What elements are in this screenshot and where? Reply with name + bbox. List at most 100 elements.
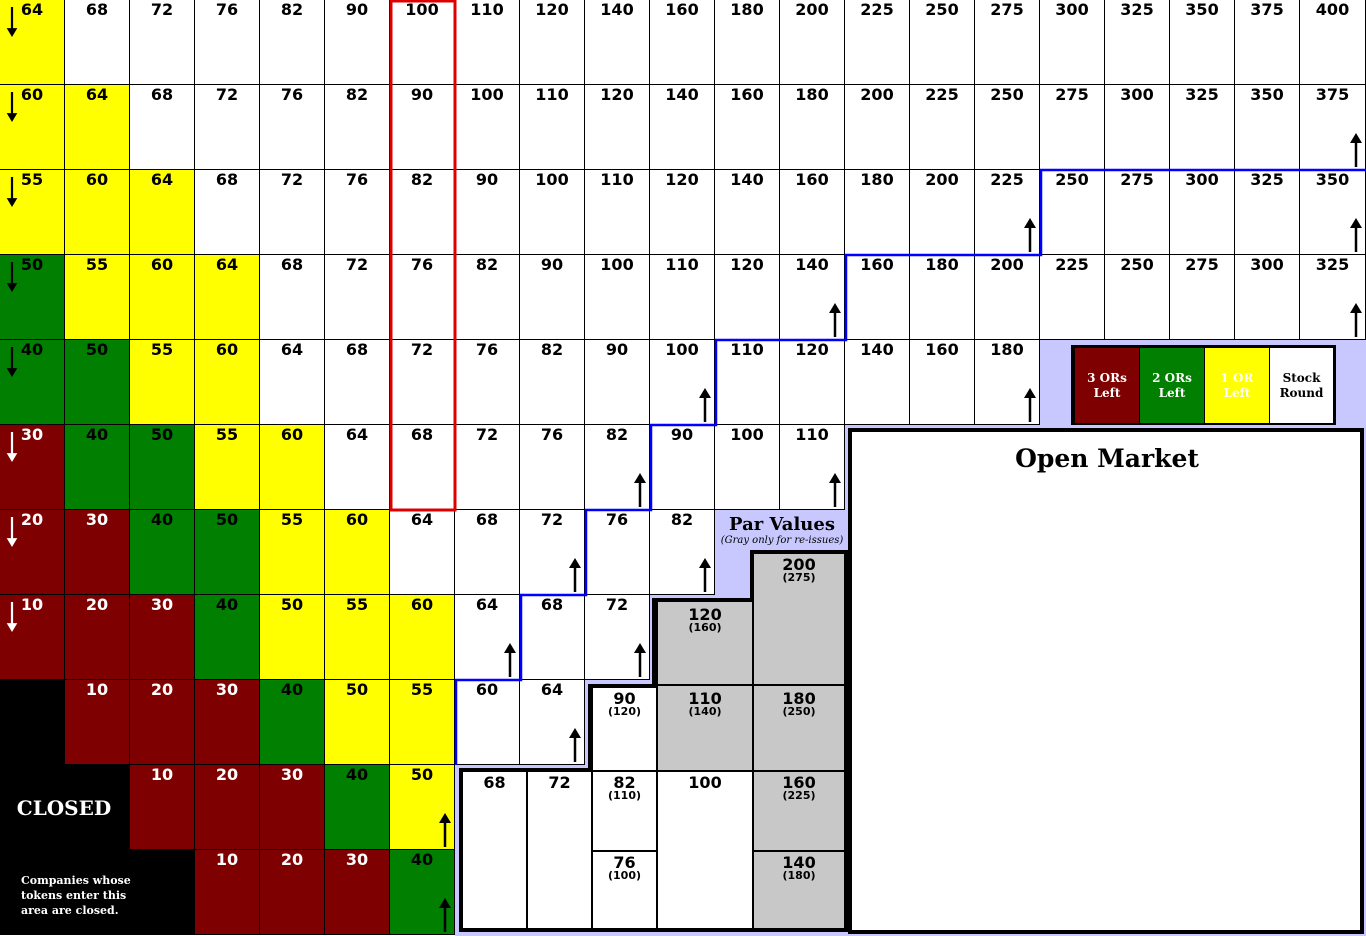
market-cell[interactable]: 76	[390, 255, 455, 340]
market-cell[interactable]: 82	[585, 425, 650, 510]
market-cell[interactable]: 100	[650, 340, 715, 425]
market-cell[interactable]: 180	[780, 85, 845, 170]
market-cell[interactable]: 160	[650, 0, 715, 85]
market-cell[interactable]: 110	[585, 170, 650, 255]
market-cell[interactable]: 180	[715, 0, 780, 85]
market-cell[interactable]: 160	[715, 85, 780, 170]
market-cell[interactable]: 40	[0, 340, 65, 425]
market-cell[interactable]: 76	[325, 170, 390, 255]
market-cell[interactable]: 82	[455, 255, 520, 340]
market-cell[interactable]: 64	[65, 85, 130, 170]
market-cell[interactable]: 76	[195, 0, 260, 85]
market-cell[interactable]: 64	[520, 680, 585, 765]
market-cell[interactable]: 64	[390, 510, 455, 595]
market-cell[interactable]: 120	[585, 85, 650, 170]
market-cell[interactable]: 225	[1040, 255, 1105, 340]
market-cell[interactable]: 90	[325, 0, 390, 85]
market-cell[interactable]: 275	[1170, 255, 1235, 340]
market-cell[interactable]: 10	[0, 595, 65, 680]
market-cell[interactable]: 82	[520, 340, 585, 425]
market-cell[interactable]: 55	[130, 340, 195, 425]
market-cell[interactable]: 300	[1235, 255, 1300, 340]
market-cell[interactable]: 200	[780, 0, 845, 85]
market-cell[interactable]: 20	[195, 765, 260, 850]
market-cell[interactable]: 300	[1170, 170, 1235, 255]
market-cell[interactable]: 350	[1170, 0, 1235, 85]
market-cell[interactable]: 64	[260, 340, 325, 425]
market-cell[interactable]: 72	[455, 425, 520, 510]
market-cell[interactable]: 140	[780, 255, 845, 340]
market-cell[interactable]: 275	[1105, 170, 1170, 255]
market-cell[interactable]: 68	[325, 340, 390, 425]
market-cell[interactable]: 375	[1300, 85, 1366, 170]
market-cell[interactable]: 20	[260, 850, 325, 935]
market-cell[interactable]: 350	[1235, 85, 1300, 170]
market-cell[interactable]: 140	[715, 170, 780, 255]
market-cell[interactable]: 120	[650, 170, 715, 255]
market-cell[interactable]: 82	[325, 85, 390, 170]
market-cell[interactable]: 250	[910, 0, 975, 85]
market-cell[interactable]: 76	[585, 510, 650, 595]
market-cell[interactable]: 90	[650, 425, 715, 510]
market-cell[interactable]: 55	[195, 425, 260, 510]
market-cell[interactable]: 55	[325, 595, 390, 680]
market-cell[interactable]: 40	[260, 680, 325, 765]
market-cell[interactable]: 110	[650, 255, 715, 340]
market-cell[interactable]: 68	[130, 85, 195, 170]
market-cell[interactable]: 250	[1040, 170, 1105, 255]
market-cell[interactable]: 325	[1105, 0, 1170, 85]
market-cell[interactable]: 50	[130, 425, 195, 510]
market-cell[interactable]: 30	[0, 425, 65, 510]
market-cell[interactable]: 82	[390, 170, 455, 255]
market-cell[interactable]: 60	[130, 255, 195, 340]
market-cell[interactable]: 76	[260, 85, 325, 170]
market-cell[interactable]: 325	[1170, 85, 1235, 170]
market-cell[interactable]: 140	[845, 340, 910, 425]
market-cell[interactable]: 110	[455, 0, 520, 85]
market-cell[interactable]: 64	[455, 595, 520, 680]
market-cell[interactable]: 68	[390, 425, 455, 510]
par-value[interactable]: 100	[658, 775, 752, 791]
market-cell[interactable]: 225	[845, 0, 910, 85]
market-cell[interactable]: 60	[0, 85, 65, 170]
market-cell[interactable]: 20	[130, 680, 195, 765]
market-cell[interactable]: 68	[260, 255, 325, 340]
market-cell[interactable]: 30	[195, 680, 260, 765]
market-cell[interactable]: 90	[520, 255, 585, 340]
market-cell[interactable]: 60	[325, 510, 390, 595]
market-cell[interactable]: 50	[65, 340, 130, 425]
market-cell[interactable]: 250	[1105, 255, 1170, 340]
market-cell[interactable]: 300	[1040, 0, 1105, 85]
market-cell[interactable]: 60	[260, 425, 325, 510]
market-cell[interactable]: 64	[0, 0, 65, 85]
market-cell[interactable]: 20	[0, 510, 65, 595]
market-cell[interactable]: 50	[390, 765, 455, 850]
market-cell[interactable]: 30	[65, 510, 130, 595]
market-cell[interactable]: 55	[260, 510, 325, 595]
market-cell[interactable]: 90	[585, 340, 650, 425]
market-cell[interactable]: 64	[325, 425, 390, 510]
market-cell[interactable]: 110	[520, 85, 585, 170]
market-cell[interactable]: 200	[845, 85, 910, 170]
market-cell[interactable]: 10	[65, 680, 130, 765]
market-cell[interactable]: 160	[845, 255, 910, 340]
market-cell[interactable]: 72	[390, 340, 455, 425]
market-cell[interactable]: 200	[975, 255, 1040, 340]
market-cell[interactable]: 30	[260, 765, 325, 850]
market-cell[interactable]: 60	[455, 680, 520, 765]
market-cell[interactable]: 100	[390, 0, 455, 85]
market-cell[interactable]: 225	[910, 85, 975, 170]
market-cell[interactable]: 55	[390, 680, 455, 765]
market-cell[interactable]: 76	[520, 425, 585, 510]
market-cell[interactable]: 180	[845, 170, 910, 255]
market-cell[interactable]: 20	[65, 595, 130, 680]
market-cell[interactable]: 40	[130, 510, 195, 595]
market-cell[interactable]: 250	[975, 85, 1040, 170]
market-cell[interactable]: 120	[520, 0, 585, 85]
par-value[interactable]: 72	[528, 775, 591, 791]
market-cell[interactable]: 100	[585, 255, 650, 340]
market-cell[interactable]: 110	[780, 425, 845, 510]
market-cell[interactable]: 180	[975, 340, 1040, 425]
market-cell[interactable]: 375	[1235, 0, 1300, 85]
market-cell[interactable]: 40	[195, 595, 260, 680]
